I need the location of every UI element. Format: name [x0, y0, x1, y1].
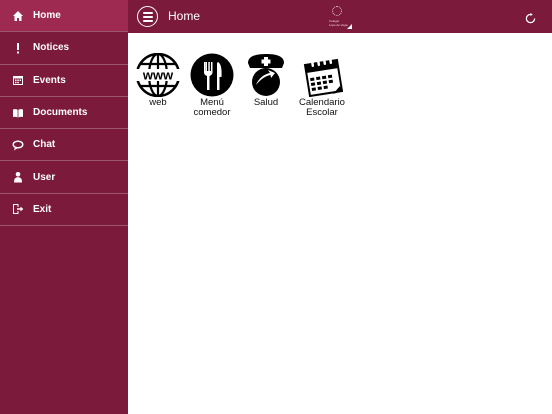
exit-icon [11, 202, 25, 216]
sidebar-item-chat[interactable]: Chat [0, 129, 128, 162]
sidebar-item-documents[interactable]: Documents [0, 97, 128, 130]
logo-ring-icon [332, 6, 342, 16]
user-icon [11, 170, 25, 184]
main-content: www web Menú comedor Salud Calendario Es… [128, 33, 552, 414]
sidebar-item-label: Documents [33, 107, 88, 119]
sidebar-item-home[interactable]: Home [0, 0, 128, 33]
book-icon [11, 106, 25, 120]
school-logo: Colegio Lope de Vega [323, 4, 353, 30]
tile-web[interactable]: www web [129, 52, 187, 108]
refresh-icon[interactable] [525, 11, 536, 24]
sidebar-item-label: Exit [33, 203, 52, 215]
home-icon [11, 9, 25, 23]
sidebar: Home Notices Events Documents Chat User [0, 0, 128, 414]
tile-calendario-escolar[interactable]: Calendario Escolar [293, 53, 351, 117]
sidebar-item-user[interactable]: User [0, 161, 128, 194]
calendar-icon [11, 73, 25, 87]
fork-knife-icon [190, 53, 234, 97]
sidebar-item-label: Home [33, 10, 61, 22]
nurse-cap-icon [244, 53, 288, 97]
tile-menu-comedor[interactable]: Menú comedor [183, 53, 241, 117]
school-calendar-icon [300, 53, 344, 98]
sidebar-item-notices[interactable]: Notices [0, 32, 128, 65]
logo-corner-mark [347, 24, 352, 29]
tile-label: Salud [253, 97, 279, 108]
tile-label: Menú comedor [193, 97, 231, 118]
chat-icon [11, 138, 25, 152]
sidebar-item-label: User [33, 171, 56, 183]
sidebar-item-exit[interactable]: Exit [0, 194, 128, 227]
tile-label: Calendario Escolar [299, 97, 345, 118]
sidebar-item-events[interactable]: Events [0, 65, 128, 97]
hamburger-menu-icon[interactable] [137, 6, 158, 27]
www-globe-icon: www [135, 52, 181, 98]
page-title: Home [168, 9, 201, 23]
sidebar-item-label: Chat [33, 139, 56, 151]
header-bar: Home Colegio Lope de Vega [128, 0, 552, 33]
sidebar-item-label: Notices [33, 42, 70, 54]
svg-text:www: www [142, 68, 174, 83]
exclamation-icon [11, 41, 25, 55]
tile-label: web [149, 97, 167, 108]
tile-salud[interactable]: Salud [237, 53, 295, 108]
sidebar-item-label: Events [33, 74, 66, 86]
logo-line-2: Lope de Vega [329, 23, 348, 27]
